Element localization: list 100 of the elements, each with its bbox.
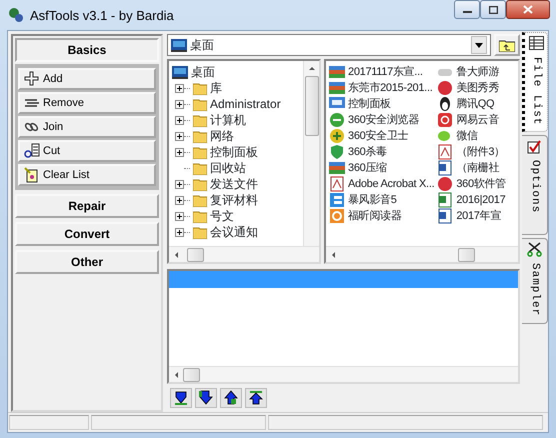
tree-item[interactable]: 控制面板 xyxy=(169,144,303,160)
file-item[interactable]: 美图秀秀 xyxy=(437,80,506,96)
section-button[interactable]: Convert xyxy=(15,222,159,246)
folder-icon xyxy=(193,145,207,159)
expand-icon[interactable] xyxy=(175,212,184,220)
side-tab[interactable]: Options xyxy=(522,135,548,236)
move-top-button[interactable] xyxy=(245,388,267,408)
folder-icon xyxy=(193,129,207,143)
action-button[interactable]: Join xyxy=(18,116,156,138)
file-item[interactable]: 360安全浏览器 xyxy=(329,112,434,128)
file-item[interactable]: 360压缩 xyxy=(329,160,434,176)
close-icon xyxy=(523,5,533,14)
file-item[interactable]: 福昕阅读器 xyxy=(329,208,434,224)
file-item[interactable]: 360杀毒 xyxy=(329,144,434,160)
action-button[interactable]: Remove xyxy=(18,92,156,114)
file-item[interactable]: 暴风影音5 xyxy=(329,192,434,208)
file-item[interactable]: 控制面板 xyxy=(329,96,434,112)
folder-icon xyxy=(193,161,207,175)
file-item[interactable]: 网易云音 xyxy=(437,112,506,128)
file-item[interactable]: 腾讯QQ xyxy=(437,96,506,112)
file-item[interactable]: Adobe Acrobat X... xyxy=(329,176,434,192)
section-button[interactable]: Basics xyxy=(15,38,159,62)
list-icon xyxy=(528,36,544,51)
arrow-up-icon xyxy=(223,390,239,406)
monitor-icon xyxy=(171,38,187,52)
expand-icon[interactable] xyxy=(175,132,184,140)
music-icon xyxy=(437,112,454,128)
maximize-icon xyxy=(488,6,498,14)
folder-icon xyxy=(193,113,207,127)
archive-icon xyxy=(329,64,345,80)
file-item[interactable]: （南栅社 xyxy=(437,160,506,176)
maximize-button[interactable] xyxy=(480,0,506,19)
action-button[interactable]: Clear List xyxy=(18,164,156,186)
action-button[interactable]: Cut xyxy=(18,140,156,162)
folder-icon xyxy=(193,97,207,111)
pdf-icon xyxy=(437,144,454,160)
horizontal-scrollbar[interactable] xyxy=(326,246,518,262)
minimize-button[interactable] xyxy=(454,0,480,19)
scroll-thumb[interactable] xyxy=(304,76,318,136)
expand-icon[interactable] xyxy=(175,84,184,92)
word-icon xyxy=(437,208,454,224)
expand-icon[interactable] xyxy=(175,148,184,156)
globe-icon xyxy=(329,112,345,128)
arrow-down-icon xyxy=(198,390,214,406)
player-icon xyxy=(329,192,345,208)
app-icon xyxy=(437,80,454,96)
folder-up-icon xyxy=(499,38,515,52)
expand-icon[interactable] xyxy=(175,196,184,204)
archive-icon xyxy=(329,80,345,96)
move-up-button[interactable] xyxy=(220,388,242,408)
file-item[interactable]: （附件3） xyxy=(437,144,506,160)
expand-icon[interactable] xyxy=(175,180,184,188)
expand-icon[interactable] xyxy=(175,228,184,236)
shield-icon xyxy=(329,144,345,160)
move-bottom-button[interactable] xyxy=(170,388,192,408)
plus-icon xyxy=(24,71,40,87)
window-title: AsfTools v3.1 - by Bardia xyxy=(30,7,175,25)
tree-item[interactable]: Administrator xyxy=(169,96,303,112)
checkbox-icon xyxy=(527,139,542,154)
side-tab[interactable]: File List xyxy=(522,32,548,132)
file-item[interactable]: 微信 xyxy=(437,128,506,144)
horizontal-scrollbar[interactable] xyxy=(169,366,518,382)
scroll-thumb[interactable] xyxy=(187,248,204,262)
vertical-scrollbar[interactable] xyxy=(303,61,319,246)
up-folder-button[interactable] xyxy=(494,34,520,56)
expand-icon[interactable] xyxy=(175,116,184,124)
horizontal-scrollbar[interactable] xyxy=(169,246,319,262)
tree-item[interactable]: 复评材料 xyxy=(169,192,303,208)
action-button[interactable]: Add xyxy=(18,68,156,90)
close-button[interactable] xyxy=(506,0,550,19)
tree-item[interactable]: 会议通知 xyxy=(169,224,303,240)
reader-icon xyxy=(329,208,345,224)
tree-item[interactable]: 发送文件 xyxy=(169,176,303,192)
scroll-thumb[interactable] xyxy=(458,248,475,262)
tree-item[interactable]: 计算机 xyxy=(169,112,303,128)
folder-icon xyxy=(193,209,207,223)
file-item[interactable]: 360软件管 xyxy=(437,176,506,192)
side-tab[interactable]: Sampler xyxy=(522,238,548,324)
file-item[interactable]: 20171117东宣... xyxy=(329,64,434,80)
app-icon xyxy=(8,7,24,23)
tree-item[interactable]: 回收站 xyxy=(169,160,303,176)
tree-item[interactable]: 桌面 xyxy=(169,64,303,80)
location-dropdown[interactable]: 桌面 xyxy=(167,34,491,56)
arrow-to-bottom-icon xyxy=(173,390,189,406)
pdf-icon xyxy=(329,176,345,192)
expand-icon[interactable] xyxy=(175,100,184,108)
section-button[interactable]: Repair xyxy=(15,194,159,218)
tree-item[interactable]: 号文 xyxy=(169,208,303,224)
scroll-thumb[interactable] xyxy=(183,368,200,382)
tree-item[interactable]: 库 xyxy=(169,80,303,96)
file-item[interactable]: 2017年宣 xyxy=(437,208,506,224)
file-item[interactable]: 2016|2017 xyxy=(437,192,506,208)
word-icon xyxy=(437,160,454,176)
folder-icon xyxy=(193,225,207,239)
tree-item[interactable]: 网络 xyxy=(169,128,303,144)
file-item[interactable]: 鲁大师游 xyxy=(437,64,506,80)
move-down-button[interactable] xyxy=(195,388,217,408)
file-item[interactable]: 360安全卫士 xyxy=(329,128,434,144)
section-button[interactable]: Other xyxy=(15,250,159,274)
file-item[interactable]: 东莞市2015-201... xyxy=(329,80,434,96)
